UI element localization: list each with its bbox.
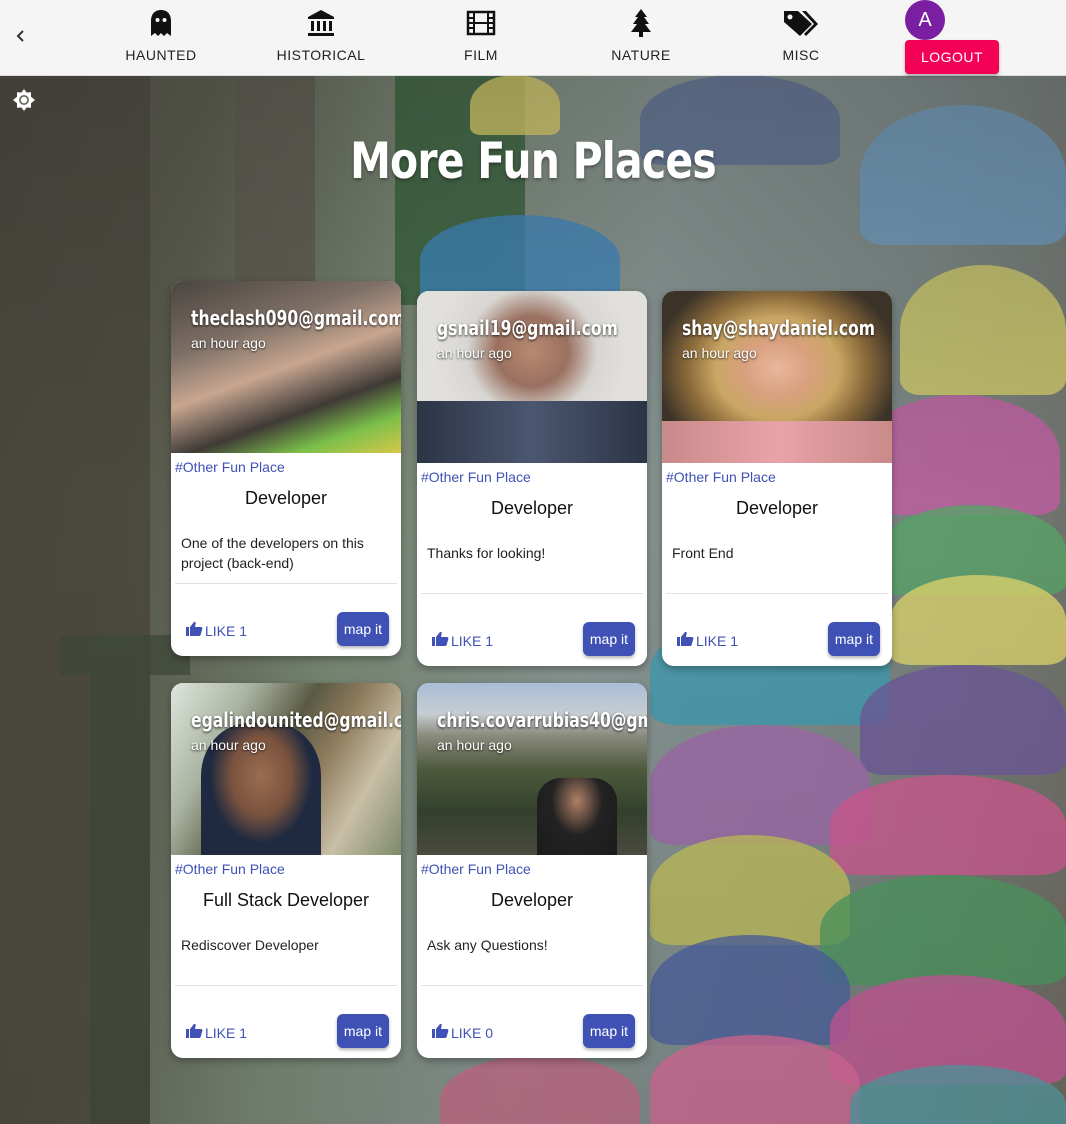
card-tag[interactable]: #Other Fun Place [662, 463, 892, 485]
map-it-button[interactable]: map it [336, 1014, 389, 1048]
place-card: theclash090@gmail.com an hour ago #Other… [171, 281, 401, 656]
place-card: chris.covarrubias40@gmail.com an hour ag… [417, 683, 647, 1058]
map-it-button[interactable]: map it [582, 622, 635, 656]
card-tag[interactable]: #Other Fun Place [171, 855, 401, 877]
card-timestamp: an hour ago [437, 345, 512, 361]
nav-item-label: FILM [464, 47, 498, 63]
card-email: chris.covarrubias40@gmail.com [437, 708, 647, 732]
thumbs-up-icon [431, 1023, 449, 1042]
card-tag[interactable]: #Other Fun Place [171, 453, 401, 475]
card-role: Developer [490, 498, 574, 518]
card-timestamp: an hour ago [191, 737, 266, 753]
map-it-button[interactable]: map it [827, 622, 880, 656]
card-email: theclash090@gmail.com [191, 306, 401, 330]
tags-icon [736, 8, 866, 40]
card-description: One of the developers on this project (b… [181, 535, 364, 571]
card-role: Developer [735, 498, 819, 518]
film-icon [416, 8, 546, 40]
like-button[interactable]: LIKE 1 [431, 631, 493, 650]
like-count: LIKE 0 [451, 1024, 494, 1041]
card-role: Developer [490, 890, 574, 910]
museum-icon [256, 8, 386, 40]
like-button[interactable]: LIKE 1 [676, 631, 738, 650]
card-description: Thanks for looking! [427, 545, 546, 561]
card-photo[interactable]: chris.covarrubias40@gmail.com an hour ag… [417, 683, 647, 855]
card-tag[interactable]: #Other Fun Place [417, 855, 647, 877]
card-email: gsnail19@gmail.com [437, 316, 618, 340]
thumbs-up-icon [676, 631, 694, 650]
place-card: egalindounited@gmail.com an hour ago #Ot… [171, 683, 401, 1058]
page-title: More Fun Places [350, 132, 717, 190]
card-photo[interactable]: theclash090@gmail.com an hour ago [171, 281, 401, 453]
card-tag[interactable]: #Other Fun Place [417, 463, 647, 485]
like-button[interactable]: LIKE 1 [185, 621, 247, 640]
nav-item-misc[interactable]: MISC [736, 8, 866, 63]
thumbs-up-icon [185, 1023, 203, 1042]
nav-item-haunted[interactable]: HAUNTED [96, 8, 226, 63]
avatar[interactable]: A [905, 0, 945, 40]
nav-item-film[interactable]: FILM [416, 8, 546, 63]
card-description: Rediscover Developer [181, 937, 319, 953]
card-photo[interactable]: gsnail19@gmail.com an hour ago [417, 291, 647, 463]
tree-icon [576, 8, 706, 40]
card-description: Front End [672, 545, 734, 561]
thumbs-up-icon [185, 621, 203, 640]
nav-item-label: HISTORICAL [276, 47, 366, 63]
ghost-icon [96, 8, 226, 40]
card-timestamp: an hour ago [191, 335, 266, 351]
card-timestamp: an hour ago [437, 737, 512, 753]
top-nav-bar: HAUNTED HISTORICAL FILM NATURE MISC A LO… [0, 0, 1066, 76]
nav-item-historical[interactable]: HISTORICAL [256, 8, 386, 63]
nav-item-label: MISC [782, 47, 820, 63]
nav-item-label: HAUNTED [125, 47, 197, 63]
nav-item-label: NATURE [611, 47, 671, 63]
card-photo[interactable]: egalindounited@gmail.com an hour ago [171, 683, 401, 855]
card-email: shay@shaydaniel.com [682, 316, 876, 340]
like-count: LIKE 1 [205, 1024, 248, 1041]
card-role: Developer [244, 488, 328, 508]
map-it-button[interactable]: map it [582, 1014, 635, 1048]
brightness-icon[interactable] [12, 88, 36, 112]
map-it-button[interactable]: map it [336, 612, 389, 646]
like-button[interactable]: LIKE 0 [431, 1023, 493, 1042]
card-photo[interactable]: shay@shaydaniel.com an hour ago [662, 291, 892, 463]
card-role: Full Stack Developer [202, 890, 370, 910]
chevron-left-icon[interactable] [12, 26, 30, 46]
card-email: egalindounited@gmail.com [191, 708, 401, 732]
place-card: gsnail19@gmail.com an hour ago #Other Fu… [417, 291, 647, 666]
logout-button[interactable]: LOGOUT [905, 40, 999, 74]
thumbs-up-icon [431, 631, 449, 650]
like-button[interactable]: LIKE 1 [185, 1023, 247, 1042]
like-count: LIKE 1 [696, 632, 739, 649]
like-count: LIKE 1 [205, 622, 248, 639]
card-description: Ask any Questions! [427, 937, 548, 953]
place-card: shay@shaydaniel.com an hour ago #Other F… [662, 291, 892, 666]
card-timestamp: an hour ago [682, 345, 757, 361]
like-count: LIKE 1 [451, 632, 494, 649]
nav-item-nature[interactable]: NATURE [576, 8, 706, 63]
